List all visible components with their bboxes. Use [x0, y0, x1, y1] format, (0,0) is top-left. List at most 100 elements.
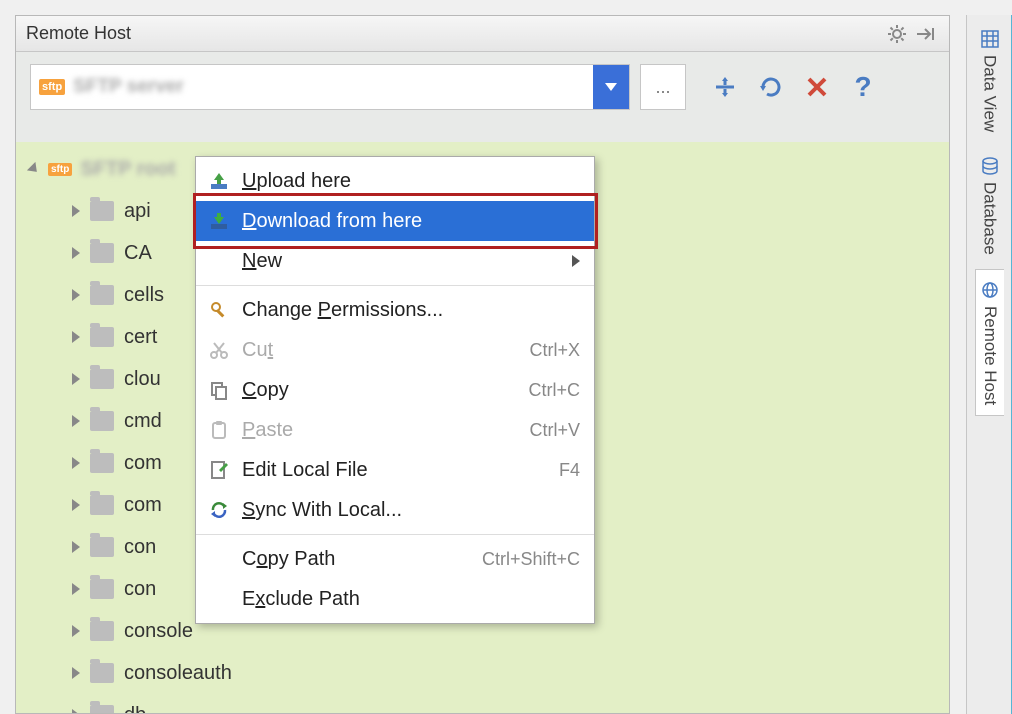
folder-icon [90, 369, 114, 389]
folder-label: cert [124, 326, 157, 349]
menu-label: Exclude Path [242, 588, 580, 611]
toolbar-actions: ? [696, 72, 878, 102]
menu-label: Copy [242, 379, 528, 402]
expand-arrow-icon[interactable] [72, 667, 80, 679]
menu-label: Edit Local File [242, 459, 559, 482]
tree-folder[interactable]: db [16, 694, 949, 713]
expand-arrow-icon[interactable] [72, 205, 80, 217]
folder-label: con [124, 536, 156, 559]
tab-data-view[interactable]: Data View [976, 19, 1004, 142]
collapse-icon[interactable] [911, 20, 939, 48]
menu-change-permissions[interactable]: Change Permissions... [196, 290, 594, 330]
menu-paste: Paste Ctrl+V [196, 410, 594, 450]
folder-label: api [124, 200, 151, 223]
folder-label: com [124, 452, 162, 475]
folder-icon [90, 663, 114, 683]
expand-arrow-icon[interactable] [72, 499, 80, 511]
tree-folder[interactable]: consoleauth [16, 652, 949, 694]
menu-exclude-path[interactable]: Exclude Path [196, 579, 594, 619]
folder-label: con [124, 578, 156, 601]
permissions-icon [206, 297, 232, 323]
folder-label: db [124, 704, 146, 714]
edit-file-icon [206, 457, 232, 483]
folder-icon [90, 579, 114, 599]
menu-separator [196, 534, 594, 535]
menu-shortcut: F4 [559, 460, 580, 481]
menu-copy[interactable]: Copy Ctrl+C [196, 370, 594, 410]
expand-arrow-icon[interactable] [27, 162, 41, 176]
side-tab-label: Database [980, 182, 1000, 255]
expand-arrow-icon[interactable] [72, 457, 80, 469]
gear-icon[interactable] [883, 20, 911, 48]
cut-icon [206, 337, 232, 363]
menu-label: Copy Path [242, 548, 482, 571]
folder-icon [90, 705, 114, 713]
menu-shortcut: Ctrl+Shift+C [482, 549, 580, 570]
delete-icon[interactable] [802, 72, 832, 102]
folder-icon [90, 621, 114, 641]
menu-cut: Cut Ctrl+X [196, 330, 594, 370]
folder-label: CA [124, 242, 152, 265]
menu-label: New [242, 250, 572, 273]
expand-arrow-icon[interactable] [72, 583, 80, 595]
blank-icon [206, 546, 232, 572]
refresh-icon[interactable] [756, 72, 786, 102]
folder-icon [90, 243, 114, 263]
folder-icon [90, 285, 114, 305]
folder-label: consoleauth [124, 662, 232, 685]
menu-shortcut: Ctrl+C [528, 380, 580, 401]
server-selector[interactable]: sftp SFTP server [30, 64, 630, 110]
server-dropdown-button[interactable] [593, 65, 629, 109]
tree-root-label: SFTP root [80, 158, 175, 181]
context-menu: Upload here Download from here New Chang… [195, 156, 595, 624]
menu-label: Download from here [242, 210, 580, 233]
tab-remote-host[interactable]: Remote Host [975, 269, 1004, 416]
expand-arrow-icon[interactable] [72, 331, 80, 343]
menu-label: Change Permissions... [242, 299, 580, 322]
expand-arrow-icon[interactable] [72, 247, 80, 259]
blank-icon [206, 248, 232, 274]
toolbar: sftp SFTP server ... ? [16, 52, 949, 120]
folder-icon [90, 411, 114, 431]
expand-arrow-icon[interactable] [72, 415, 80, 427]
menu-label: Sync With Local... [242, 499, 580, 522]
folder-icon [90, 327, 114, 347]
browse-button[interactable]: ... [640, 64, 686, 110]
tab-database[interactable]: Database [976, 146, 1004, 265]
split-icon[interactable] [710, 72, 740, 102]
remote-host-icon [980, 280, 1000, 300]
expand-arrow-icon[interactable] [72, 541, 80, 553]
database-icon [980, 156, 1000, 176]
folder-label: console [124, 620, 193, 643]
upload-icon [206, 168, 232, 194]
menu-copy-path[interactable]: Copy Path Ctrl+Shift+C [196, 539, 594, 579]
menu-label: Paste [242, 419, 529, 442]
menu-shortcut: Ctrl+V [529, 420, 580, 441]
expand-arrow-icon[interactable] [72, 625, 80, 637]
folder-label: cells [124, 284, 164, 307]
right-sidebar: Data View Database Remote Host [966, 15, 1012, 714]
folder-label: clou [124, 368, 161, 391]
expand-arrow-icon[interactable] [72, 373, 80, 385]
data-view-icon [980, 29, 1000, 49]
menu-sync-with-local[interactable]: Sync With Local... [196, 490, 594, 530]
folder-icon [90, 201, 114, 221]
folder-icon [90, 537, 114, 557]
menu-download-from-here[interactable]: Download from here [196, 201, 594, 241]
expand-arrow-icon[interactable] [72, 709, 80, 713]
help-icon[interactable]: ? [848, 72, 878, 102]
expand-arrow-icon[interactable] [72, 289, 80, 301]
server-name: SFTP server [73, 76, 593, 98]
submenu-arrow-icon [572, 255, 580, 267]
side-tab-label: Remote Host [980, 306, 1000, 405]
folder-icon [90, 453, 114, 473]
copy-icon [206, 377, 232, 403]
menu-edit-local-file[interactable]: Edit Local File F4 [196, 450, 594, 490]
panel-title: Remote Host [26, 23, 883, 44]
folder-label: com [124, 494, 162, 517]
menu-upload-here[interactable]: Upload here [196, 161, 594, 201]
folder-icon [90, 495, 114, 515]
menu-separator [196, 285, 594, 286]
menu-shortcut: Ctrl+X [529, 340, 580, 361]
menu-new[interactable]: New [196, 241, 594, 281]
